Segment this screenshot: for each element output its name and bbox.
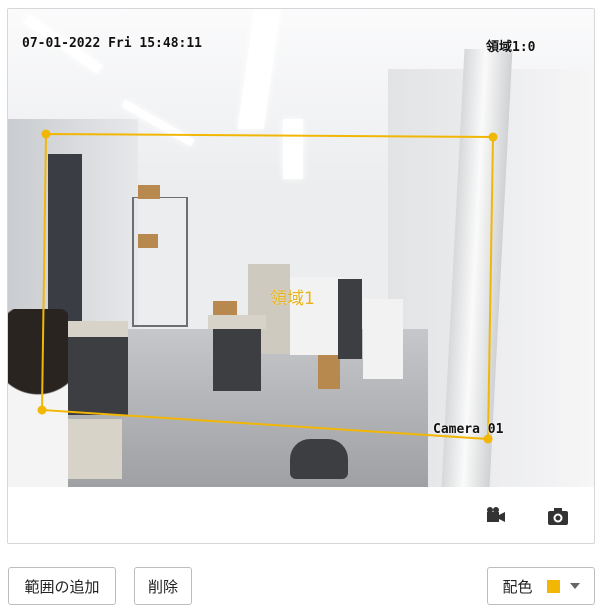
camera-icon (548, 508, 568, 525)
delete-button[interactable]: 削除 (134, 567, 192, 605)
color-select[interactable]: 配色 (487, 567, 595, 605)
region-handle[interactable] (41, 129, 51, 139)
detection-region[interactable] (8, 9, 594, 487)
color-swatch (546, 579, 560, 593)
record-button[interactable] (483, 505, 507, 527)
camera-feed[interactable]: 領域1 07-01-2022 Fri 15:48:11 領域1:0 Camera… (8, 9, 594, 487)
chevron-down-icon (569, 583, 580, 589)
snapshot-button[interactable] (546, 505, 570, 527)
region-handle[interactable] (37, 405, 47, 415)
region-count-overlay: 領域1:0 (486, 40, 536, 55)
camera-panel: 領域1 07-01-2022 Fri 15:48:11 領域1:0 Camera… (7, 8, 595, 544)
camera-name-overlay: Camera 01 (433, 422, 504, 437)
timestamp-overlay: 07-01-2022 Fri 15:48:11 (22, 36, 203, 51)
region-handle[interactable] (488, 132, 498, 142)
region-label: 領域1 (270, 289, 315, 309)
color-select-label: 配色 (502, 577, 533, 596)
region-outline[interactable] (40, 132, 495, 441)
add-region-button[interactable]: 範囲の追加 (8, 567, 116, 605)
video-camera-icon (487, 507, 505, 522)
